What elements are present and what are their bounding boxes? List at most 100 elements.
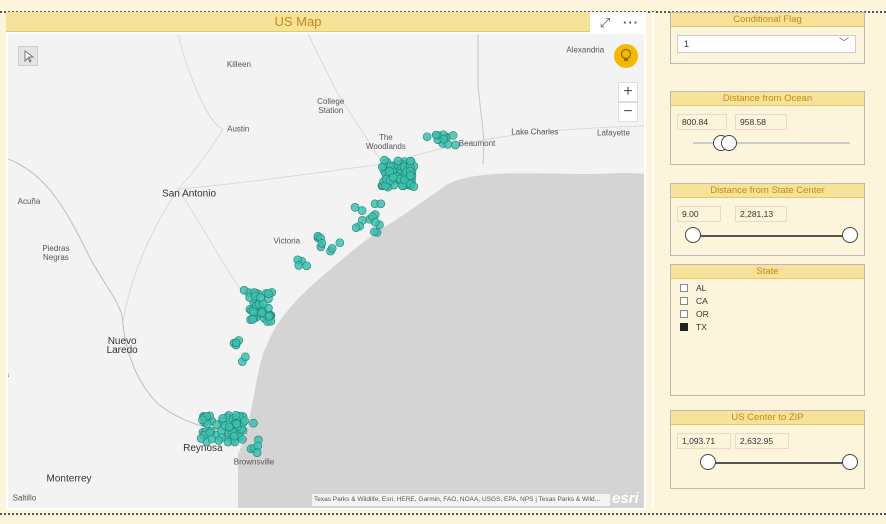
slider-high-handle[interactable]: [842, 454, 858, 470]
city-label: Piedras: [42, 244, 69, 253]
zip-point[interactable]: [439, 134, 449, 144]
zip-point[interactable]: [327, 244, 337, 253]
city-label: Laredo: [107, 345, 139, 356]
more-options-icon[interactable]: ···: [620, 15, 642, 33]
slider-range-fill[interactable]: [708, 462, 850, 464]
city-label: Lake Charles: [511, 128, 558, 137]
city-label: Acuña: [18, 197, 41, 206]
zip-point[interactable]: [371, 217, 380, 227]
min-value-box[interactable]: 9.00: [677, 206, 721, 222]
slider-high-handle[interactable]: [842, 227, 858, 243]
zip-point[interactable]: [239, 285, 249, 295]
zip-point[interactable]: [422, 132, 432, 142]
min-value-box[interactable]: 1,093.71: [677, 433, 731, 449]
slicer-title: Distance from State Center: [671, 184, 864, 198]
checkbox[interactable]: [680, 284, 688, 292]
city-label: Lafayette: [597, 128, 630, 137]
city-label: Monterrey: [47, 473, 92, 484]
zip-point[interactable]: [264, 289, 273, 299]
zip-point[interactable]: [196, 434, 206, 443]
checkbox[interactable]: [680, 323, 688, 331]
lightbulb-icon[interactable]: [614, 44, 638, 68]
zip-point[interactable]: [317, 239, 327, 248]
slider-low-handle[interactable]: [685, 227, 701, 243]
slider-range-fill[interactable]: [693, 235, 850, 237]
zip-point[interactable]: [207, 434, 217, 444]
zip-point[interactable]: [229, 431, 239, 441]
slicer-distance-state-center: Distance from State Center 9.00 2,281.13: [670, 183, 865, 256]
zip-point[interactable]: [241, 352, 250, 362]
zip-point[interactable]: [302, 261, 311, 271]
zip-point[interactable]: [451, 140, 460, 150]
zip-point[interactable]: [350, 203, 360, 212]
city-label: Reynosa: [183, 443, 223, 454]
zip-point[interactable]: [335, 238, 345, 248]
city-label: va: [8, 370, 9, 379]
city-label: Beaumont: [459, 139, 496, 148]
zip-point[interactable]: [357, 206, 367, 215]
zip-point[interactable]: [294, 261, 304, 270]
zip-point[interactable]: [376, 199, 386, 209]
zip-point[interactable]: [212, 420, 221, 429]
dropdown-value: 1: [684, 39, 690, 49]
city-label: Victoria: [274, 237, 301, 246]
slicer-title: Distance from Ocean: [671, 92, 864, 106]
slicer-title: Conditional Flag: [671, 13, 864, 27]
map-visual: US Map ⤢ ··· Alexandria Killeen College Sta…: [6, 12, 646, 510]
panel-divider: [652, 12, 654, 510]
zip-point[interactable]: [406, 171, 415, 180]
city-label: The: [379, 133, 393, 142]
checkbox[interactable]: [680, 297, 688, 305]
conditional-flag-dropdown[interactable]: 1 ﹀: [677, 35, 856, 53]
max-value-box[interactable]: 2,632.95: [735, 433, 789, 449]
pointer-icon: [24, 50, 35, 63]
zip-point[interactable]: [252, 448, 262, 457]
slicer-conditional-flag: Conditional Flag 1 ﹀: [670, 12, 865, 64]
zip-point[interactable]: [218, 414, 228, 423]
zip-point[interactable]: [198, 415, 207, 425]
zip-point[interactable]: [256, 293, 265, 302]
zip-point[interactable]: [240, 416, 250, 426]
checkbox[interactable]: [680, 310, 688, 318]
slider-high-handle[interactable]: [721, 135, 738, 151]
gulf-water: [238, 173, 644, 508]
map-title: US Map: [6, 12, 590, 32]
city-label: San Antonio: [162, 188, 216, 199]
zip-point[interactable]: [380, 155, 389, 165]
focus-mode-icon[interactable]: ⤢: [594, 15, 616, 33]
slicer-us-center-zip: US Center to ZIP 1,093.71 2,632.95: [670, 410, 865, 489]
max-value-box[interactable]: 2,281.13: [735, 206, 787, 222]
zip-point[interactable]: [369, 227, 379, 237]
slicer-title: US Center to ZIP: [671, 411, 864, 425]
zip-point[interactable]: [406, 156, 415, 166]
zip-point[interactable]: [431, 130, 441, 140]
city-label: Woodlands: [366, 142, 406, 151]
map-canvas[interactable]: Alexandria Killeen College Station Austin The…: [8, 34, 644, 508]
min-value-box[interactable]: 800.84: [677, 114, 727, 130]
map-attribution: Texas Parks & Wildlife, Esri, HERE, Garm…: [312, 494, 610, 506]
zip-point[interactable]: [388, 173, 398, 182]
zip-point[interactable]: [231, 338, 241, 348]
zip-point[interactable]: [448, 131, 458, 140]
esri-logo: esri: [612, 490, 639, 507]
zip-point[interactable]: [238, 435, 247, 444]
zip-point[interactable]: [249, 418, 258, 428]
map-svg: Alexandria Killeen CollegeStation Austin The…: [8, 34, 644, 508]
max-value-box[interactable]: 958.58: [735, 114, 787, 130]
zip-point[interactable]: [249, 307, 258, 317]
city-label: Saltillo: [13, 493, 37, 502]
city-label: College: [317, 97, 345, 106]
zip-point[interactable]: [351, 223, 361, 233]
zip-point[interactable]: [232, 419, 242, 429]
slider-low-handle[interactable]: [700, 454, 716, 470]
zip-point[interactable]: [393, 156, 403, 166]
zip-point[interactable]: [231, 411, 241, 420]
zoom-in-button[interactable]: +: [618, 82, 638, 102]
zip-point[interactable]: [224, 422, 234, 432]
zip-point[interactable]: [264, 312, 274, 321]
zoom-out-button[interactable]: −: [618, 102, 638, 122]
zip-point[interactable]: [409, 182, 419, 192]
lasso-select-button[interactable]: [18, 46, 38, 66]
zip-point[interactable]: [248, 315, 257, 324]
slicer-distance-ocean: Distance from Ocean 800.84 958.58: [670, 91, 865, 165]
